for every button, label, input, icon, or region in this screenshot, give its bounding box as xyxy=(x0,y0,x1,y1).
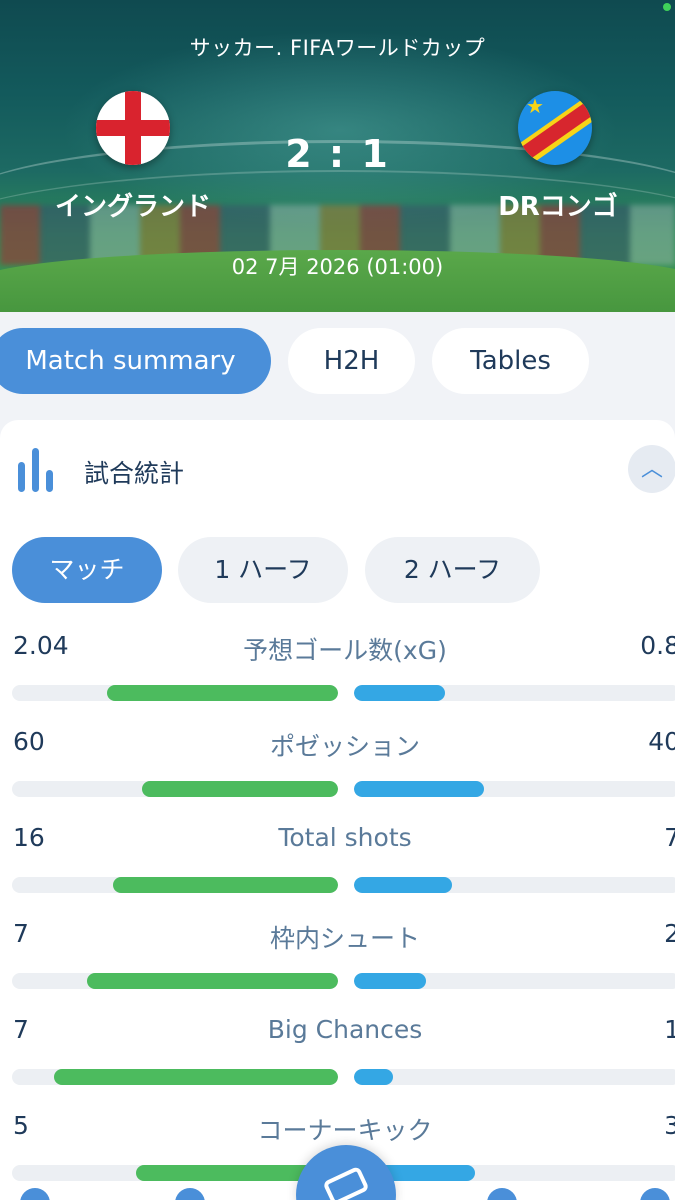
tab-tables[interactable]: Tables xyxy=(432,328,589,394)
stat-home-value: 60 xyxy=(13,727,45,756)
stat-row: 7 Big Chances 1 xyxy=(0,1015,675,1111)
stat-home-bar-track xyxy=(12,781,338,797)
stat-label: Big Chances xyxy=(267,1015,423,1044)
stat-label: 枠内シュート xyxy=(269,924,420,953)
ticket-icon xyxy=(322,1165,370,1200)
stat-away-bar-track xyxy=(354,1165,675,1181)
stat-home-bar-track xyxy=(12,877,338,893)
match-date: 02 7月 2026 (01:00) xyxy=(231,255,444,279)
period-second-half[interactable]: 2 ハーフ xyxy=(365,537,540,603)
stat-away-bar-track xyxy=(354,685,675,701)
stat-row: 16 Total shots 7 xyxy=(0,823,675,919)
stat-away-value: 7 xyxy=(664,823,675,852)
stat-away-bar xyxy=(354,781,485,797)
chevron-up-icon: ︿ xyxy=(640,457,663,482)
stat-home-value: 7 xyxy=(13,1015,29,1044)
stat-home-bar-track xyxy=(12,685,338,701)
stat-row: 7 枠内シュート 2 xyxy=(0,919,675,1015)
collapse-button[interactable]: ︿ xyxy=(628,445,675,493)
stat-away-bar-track xyxy=(354,1069,675,1085)
competition-name: サッカー. FIFAワールドカップ xyxy=(189,36,486,60)
match-header: サッカー. FIFAワールドカップ ★ 2 : 1 イングランド DRコンゴ 0… xyxy=(0,0,675,312)
stat-label: 予想ゴール数(xG) xyxy=(243,636,447,665)
stat-home-bar xyxy=(142,781,338,797)
stat-home-bar-track xyxy=(12,973,338,989)
away-team-name[interactable]: DRコンゴ xyxy=(478,186,638,223)
tab-h2h[interactable]: H2H xyxy=(288,328,415,394)
stat-away-value: 3 xyxy=(664,1111,675,1140)
stat-row: 60 ポゼッション 40 xyxy=(0,727,675,823)
stat-away-bar xyxy=(354,1069,394,1085)
stat-home-bar xyxy=(86,973,338,989)
status-dot-icon xyxy=(663,3,671,11)
stat-away-bar xyxy=(354,877,452,893)
stat-home-bar xyxy=(113,877,338,893)
stat-home-value: 5 xyxy=(13,1111,29,1140)
stat-away-bar-track xyxy=(354,877,675,893)
stat-away-value: 1 xyxy=(664,1015,675,1044)
stat-home-value: 2.04 xyxy=(13,631,69,660)
stats-section-title: 試合統計 xyxy=(84,459,185,488)
stat-away-bar xyxy=(354,973,426,989)
stat-row: 2.04 予想ゴール数(xG) 0.8 xyxy=(0,631,675,727)
period-match[interactable]: マッチ xyxy=(12,537,162,603)
stat-home-value: 16 xyxy=(13,823,45,852)
stat-away-bar xyxy=(354,685,446,701)
stat-home-bar xyxy=(106,685,338,701)
stat-home-bar xyxy=(54,1069,338,1085)
bar-chart-icon xyxy=(18,448,58,492)
stat-away-value: 2 xyxy=(664,919,675,948)
match-tabs: Match summary H2H Tables xyxy=(0,328,675,394)
period-selector: マッチ 1 ハーフ 2 ハーフ xyxy=(0,537,675,603)
stat-home-bar-track xyxy=(12,1165,338,1181)
period-first-half[interactable]: 1 ハーフ xyxy=(178,537,348,603)
home-team-name[interactable]: イングランド xyxy=(40,186,226,223)
tab-match-summary[interactable]: Match summary xyxy=(0,328,271,394)
stat-home-value: 7 xyxy=(13,919,29,948)
stat-label: Total shots xyxy=(278,823,412,852)
match-score: 2 : 1 xyxy=(285,132,390,176)
stat-away-bar-track xyxy=(354,973,675,989)
stat-home-bar-track xyxy=(12,1069,338,1085)
stat-away-bar-track xyxy=(354,781,675,797)
stat-away-value: 0.8 xyxy=(640,631,675,660)
stat-label: ポゼッション xyxy=(269,732,420,761)
stat-away-value: 40 xyxy=(648,727,675,756)
stat-label: コーナーキック xyxy=(257,1116,433,1145)
